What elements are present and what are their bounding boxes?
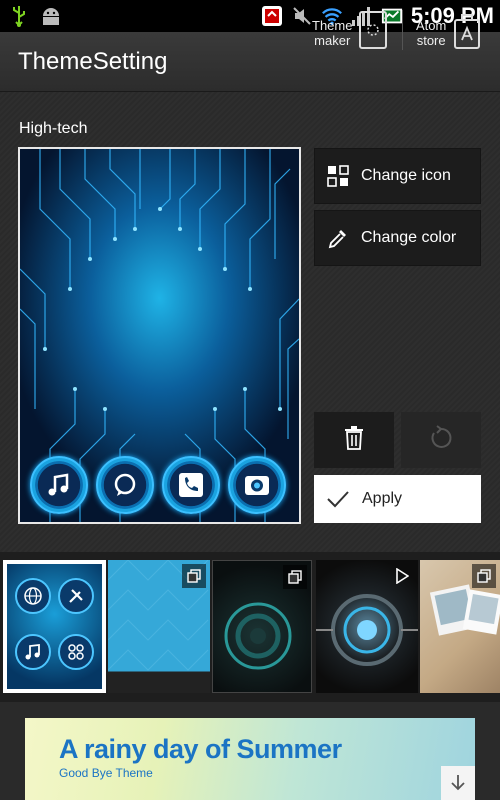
promo-banner[interactable]: A rainy day of Summer Good Bye Theme	[25, 718, 475, 800]
thumbnail-preview	[7, 564, 102, 689]
theme-maker-icon	[358, 10, 388, 55]
banner-subtitle: Good Bye Theme	[59, 766, 153, 780]
download-icon[interactable]	[441, 766, 475, 800]
copy-icon	[283, 565, 307, 589]
atom-store-label: Atom store	[416, 17, 447, 48]
message-icon	[96, 456, 154, 514]
theme-thumbnail-high-tech[interactable]	[3, 560, 106, 693]
apply-label: Apply	[362, 490, 403, 507]
theme-name: High-tech	[19, 120, 88, 137]
banner-title: A rainy day of Summer	[59, 734, 342, 764]
globe-icon	[15, 578, 51, 614]
play-icon	[390, 564, 414, 588]
music-icon	[30, 456, 88, 514]
change-icon-label: Change icon	[361, 167, 451, 184]
theme-thumbnail-memory-photos[interactable]	[420, 560, 500, 693]
theme-maker-label: Theme maker	[312, 17, 353, 48]
gamepad-icon	[58, 634, 94, 670]
refresh-icon	[428, 424, 454, 456]
grid-icon	[315, 165, 361, 187]
atom-store-button[interactable]: Atom store	[416, 10, 482, 55]
missed-call-icon	[261, 5, 283, 27]
phone-icon	[162, 456, 220, 514]
change-color-label: Change color	[361, 229, 457, 246]
delete-button[interactable]	[314, 412, 394, 468]
eyedropper-icon	[315, 227, 361, 249]
music-note-icon	[15, 634, 51, 670]
copy-icon	[472, 564, 496, 588]
camera-icon	[228, 456, 286, 514]
theme-thumbnail-tech-orb[interactable]	[316, 560, 418, 693]
title-divider	[402, 10, 403, 50]
usb-icon	[8, 5, 30, 27]
copy-icon	[182, 564, 206, 588]
theme-maker-button[interactable]: Theme maker	[312, 10, 388, 55]
theme-thumbnail-dark-circle[interactable]	[212, 560, 312, 693]
android-debug-icon	[40, 5, 62, 27]
mute-icon	[291, 5, 313, 27]
change-icon-button[interactable]: Change icon	[314, 148, 481, 204]
checkmark-icon	[314, 490, 362, 508]
change-color-button[interactable]: Change color	[314, 210, 481, 266]
reset-button[interactable]	[401, 412, 481, 468]
trash-icon	[343, 425, 365, 456]
theme-thumbnail-blue-triangles[interactable]	[108, 560, 210, 693]
shopping-bag-icon	[452, 10, 482, 55]
tools-icon	[58, 578, 94, 614]
page-title: ThemeSetting	[18, 47, 168, 75]
apply-button[interactable]: Apply	[314, 475, 481, 523]
